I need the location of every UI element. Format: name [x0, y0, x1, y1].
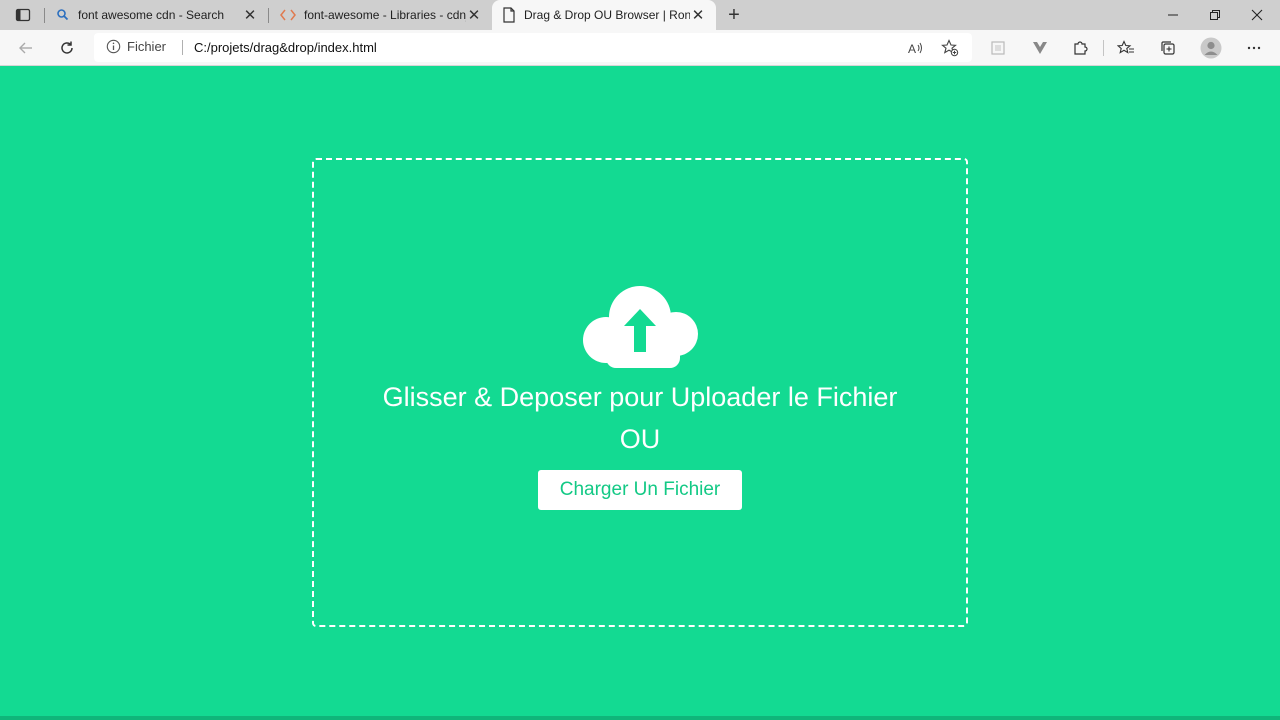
tab-title: font-awesome - Libraries - cdnjs	[304, 8, 466, 22]
cloud-upload-icon	[583, 286, 698, 368]
minimize-icon[interactable]	[1152, 0, 1194, 30]
extension-placeholder-icon[interactable]	[984, 34, 1012, 62]
restore-icon[interactable]	[1194, 0, 1236, 30]
tab-title: Drag & Drop OU Browser | Rona	[524, 8, 690, 22]
more-options-icon[interactable]	[1240, 34, 1268, 62]
refresh-icon[interactable]	[53, 34, 81, 62]
or-separator: OU	[619, 424, 661, 454]
site-label: Fichier	[127, 39, 167, 54]
new-tab-plus-icon[interactable]: +	[722, 3, 746, 27]
extensions-puzzle-icon[interactable]	[1066, 34, 1094, 62]
tab-divider	[268, 8, 269, 23]
vue-devtools-icon[interactable]	[1026, 34, 1054, 62]
read-aloud-icon[interactable]: A	[905, 37, 927, 59]
browser-toolbar: Fichier C:/projets/drag&drop/index.html …	[0, 30, 1280, 66]
search-icon	[57, 9, 69, 21]
tab-divider	[44, 8, 45, 23]
collections-icon[interactable]	[1154, 34, 1182, 62]
tab-strip: font awesome cdn - Search ✕ font-awesome…	[0, 0, 1280, 30]
profile-avatar-icon[interactable]	[1197, 34, 1225, 62]
add-favorite-icon[interactable]	[939, 37, 961, 59]
url-text[interactable]: C:/projets/drag&drop/index.html	[194, 40, 377, 55]
code-brackets-icon	[280, 9, 296, 21]
address-divider	[182, 40, 183, 55]
upload-file-button[interactable]: Charger Un Fichier	[538, 470, 742, 510]
toolbar-divider	[1103, 40, 1104, 56]
drop-zone[interactable]: Glisser & Deposer pour Uploader le Fichi…	[312, 158, 968, 627]
document-icon	[503, 7, 515, 23]
close-tab-icon[interactable]: ✕	[690, 7, 706, 24]
svg-text:A: A	[908, 42, 916, 56]
site-info-button[interactable]: Fichier	[106, 39, 166, 54]
tab-font-awesome-search[interactable]: font awesome cdn - Search ✕	[46, 0, 268, 30]
address-bar[interactable]: Fichier C:/projets/drag&drop/index.html …	[94, 33, 972, 62]
drop-instructions: Glisser & Deposer pour Uploader le Fichi…	[382, 382, 898, 412]
back-arrow-icon[interactable]	[12, 34, 40, 62]
close-tab-icon[interactable]: ✕	[242, 7, 258, 24]
favorites-icon[interactable]	[1112, 34, 1140, 62]
tab-font-awesome-cdnjs[interactable]: font-awesome - Libraries - cdnjs ✕	[270, 0, 492, 30]
close-window-icon[interactable]	[1236, 0, 1278, 30]
tab-drag-drop-active[interactable]: Drag & Drop OU Browser | Rona ✕	[492, 0, 716, 30]
info-circle-icon	[106, 39, 121, 54]
tab-actions-icon[interactable]	[8, 4, 38, 26]
page-bottom-edge	[0, 716, 1280, 720]
tab-title: font awesome cdn - Search	[78, 8, 225, 22]
close-tab-icon[interactable]: ✕	[466, 7, 482, 24]
